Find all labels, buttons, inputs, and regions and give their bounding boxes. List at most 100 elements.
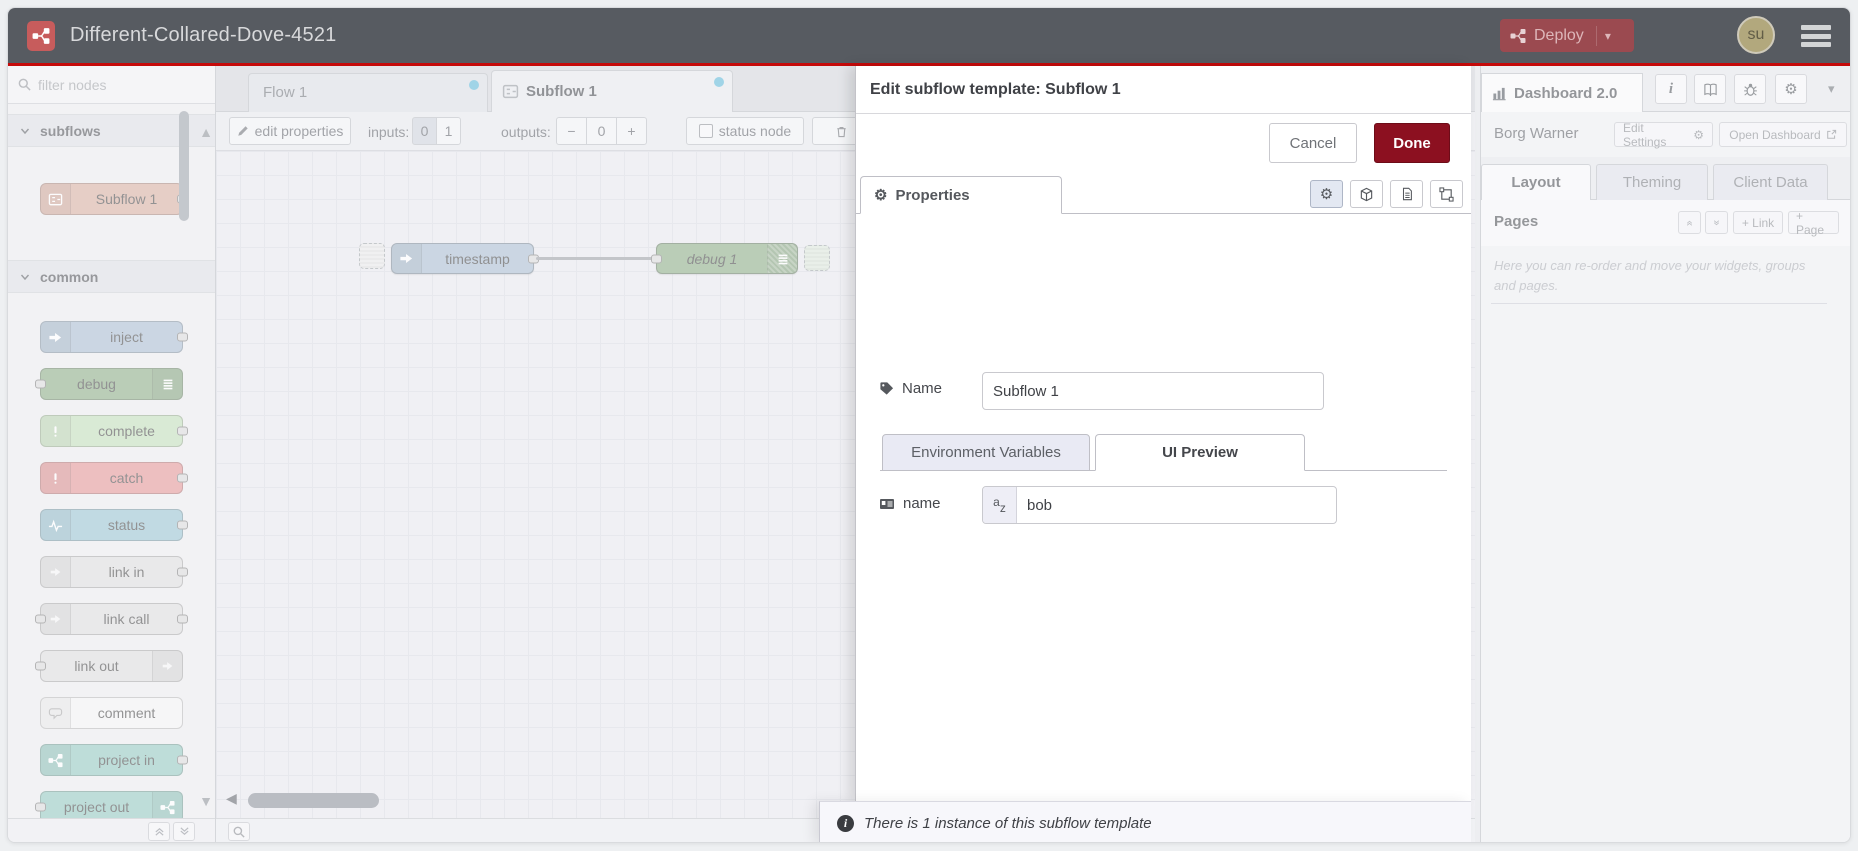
palette-scrollbar-thumb[interactable] (179, 111, 189, 221)
inputs-0-button[interactable]: 0 (412, 117, 437, 145)
outputs-plus-button[interactable]: + (616, 117, 647, 145)
main-menu-button[interactable] (1801, 25, 1831, 47)
node-output-port[interactable] (177, 520, 188, 530)
node-input-port[interactable] (651, 254, 662, 263)
palette-node-link-out[interactable]: link out (35, 650, 183, 682)
tab-client-data[interactable]: Client Data (1713, 164, 1828, 200)
tab-dashboard-2[interactable]: Dashboard 2.0 (1481, 73, 1643, 112)
sidebar-tabbar: Dashboard 2.0 i ⚙ ▾ (1481, 66, 1850, 112)
palette-node-link-in[interactable]: link in (40, 556, 188, 588)
node-output-port[interactable] (177, 473, 188, 483)
subflow-name-input[interactable] (982, 372, 1324, 410)
bang-icon (41, 416, 71, 446)
deploy-caret-icon[interactable]: ▾ (1605, 29, 1611, 43)
divider (1491, 303, 1827, 304)
palette-node-inject[interactable]: inject (40, 321, 188, 353)
collapse-pages-button[interactable] (1678, 211, 1701, 234)
wire[interactable] (536, 257, 656, 260)
expand-all-categories-button[interactable] (173, 822, 195, 841)
palette-node-link-call[interactable]: link call (35, 603, 188, 635)
palette-node-subflow-1[interactable]: Subflow 1 (40, 183, 188, 215)
tab-theming[interactable]: Theming (1596, 164, 1708, 200)
node-output-port[interactable] (177, 614, 188, 624)
filter-nodes-input[interactable] (38, 76, 188, 93)
node-input-port[interactable] (35, 614, 46, 624)
node-output-port[interactable] (177, 426, 188, 436)
tab-label: Flow 1 (263, 84, 308, 101)
description-view-button[interactable] (1390, 180, 1423, 208)
status-node-toggle[interactable]: status node (686, 117, 804, 145)
tab-flow-1[interactable]: Flow 1 (248, 73, 488, 112)
properties-tab-label: Properties (895, 186, 970, 204)
canvas-node-timestamp[interactable]: timestamp (391, 243, 539, 274)
tab-ui-preview[interactable]: UI Preview (1095, 434, 1305, 471)
node-input-port[interactable] (35, 661, 46, 671)
properties-view-button[interactable]: ⚙ (1310, 180, 1343, 208)
link-icon (152, 651, 182, 681)
palette-category-common[interactable]: common (8, 260, 215, 293)
outputs-minus-button[interactable]: − (556, 117, 587, 145)
palette-node-status[interactable]: status (40, 509, 188, 541)
cancel-button[interactable]: Cancel (1269, 123, 1357, 163)
palette-node-comment[interactable]: comment (40, 697, 183, 729)
zoom-search-button[interactable] (228, 822, 250, 841)
add-link-button[interactable]: + Link (1733, 211, 1783, 234)
expand-pages-button[interactable] (1705, 211, 1728, 234)
main-area: subflows Subflow 1 common inject debug com… (8, 66, 1850, 842)
settings-button[interactable]: ⚙ (1775, 74, 1807, 104)
tab-subflow-1[interactable]: Subflow 1 (491, 70, 733, 112)
add-page-button[interactable]: + Page (1788, 209, 1839, 237)
palette-scroll-up-icon[interactable]: ▲ (199, 124, 213, 140)
help-book-button[interactable] (1694, 74, 1726, 104)
status-node-checkbox[interactable] (698, 124, 713, 138)
env-field-label: name (879, 495, 941, 512)
edit-properties-button[interactable]: edit properties (229, 117, 351, 145)
done-button[interactable]: Done (1374, 123, 1450, 163)
debug-bug-button[interactable] (1734, 74, 1766, 104)
node-output-port[interactable] (177, 332, 188, 342)
palette-node-catch[interactable]: catch (40, 462, 188, 494)
tab-layout[interactable]: Layout (1481, 164, 1591, 200)
gear-icon: ⚙ (874, 187, 888, 204)
env-value-input[interactable] (1017, 487, 1336, 523)
pages-help-text: Here you can re-order and move your widg… (1494, 258, 1806, 293)
scroll-left-icon[interactable]: ◀ (226, 790, 237, 807)
deploy-label: Deploy (1534, 26, 1584, 44)
module-properties-button[interactable] (1430, 180, 1463, 208)
palette-search[interactable] (8, 66, 215, 104)
dialog-buttons: Cancel Done (856, 114, 1471, 176)
cube-icon (1359, 187, 1374, 202)
tab-properties[interactable]: ⚙ Properties (860, 176, 1062, 214)
collapse-all-categories-button[interactable] (148, 822, 170, 841)
frame-icon (1439, 186, 1454, 202)
horizontal-scrollbar-thumb[interactable] (248, 793, 379, 808)
tab-environment-variables[interactable]: Environment Variables (882, 434, 1090, 471)
user-avatar[interactable]: su (1737, 16, 1775, 54)
palette-node-debug[interactable]: debug (35, 368, 183, 400)
string-type-icon[interactable]: az (983, 487, 1017, 523)
debug-sidebar-toggle-icon[interactable] (767, 244, 797, 273)
info-button[interactable]: i (1655, 74, 1687, 104)
inputs-1-button[interactable]: 1 (436, 117, 461, 145)
dialog-tabrow: ⚙ Properties ⚙ (856, 176, 1471, 214)
deploy-button[interactable]: Deploy ▾ (1500, 19, 1634, 52)
app-window: Different-Collared-Dove-4521 Deploy ▾ su… (7, 7, 1851, 843)
palette-node-label: link out (74, 658, 119, 674)
node-output-port[interactable] (177, 755, 188, 765)
subflow-input-stub[interactable] (359, 243, 385, 269)
node-output-port[interactable] (177, 567, 188, 577)
sidebar-menu-caret-icon[interactable]: ▾ (1828, 81, 1835, 97)
open-dashboard-button[interactable]: Open Dashboard (1719, 122, 1847, 147)
canvas-node-debug-1[interactable]: debug 1 (651, 243, 798, 274)
edit-settings-button[interactable]: Edit Settings ⚙ (1614, 121, 1713, 149)
status-node-label: status node (718, 123, 792, 139)
node-input-port[interactable] (35, 802, 46, 812)
palette-node-project-in[interactable]: project in (40, 744, 188, 776)
node-input-port[interactable] (35, 379, 46, 389)
edit-properties-label: edit properties (254, 123, 344, 139)
pages-section-header: Pages + Link + Page (1481, 200, 1850, 246)
appearance-view-button[interactable] (1350, 180, 1383, 208)
env-tabs: Environment Variables UI Preview (880, 434, 1447, 471)
palette-node-complete[interactable]: complete (40, 415, 188, 447)
palette-scroll-down-icon[interactable]: ▼ (199, 793, 213, 809)
